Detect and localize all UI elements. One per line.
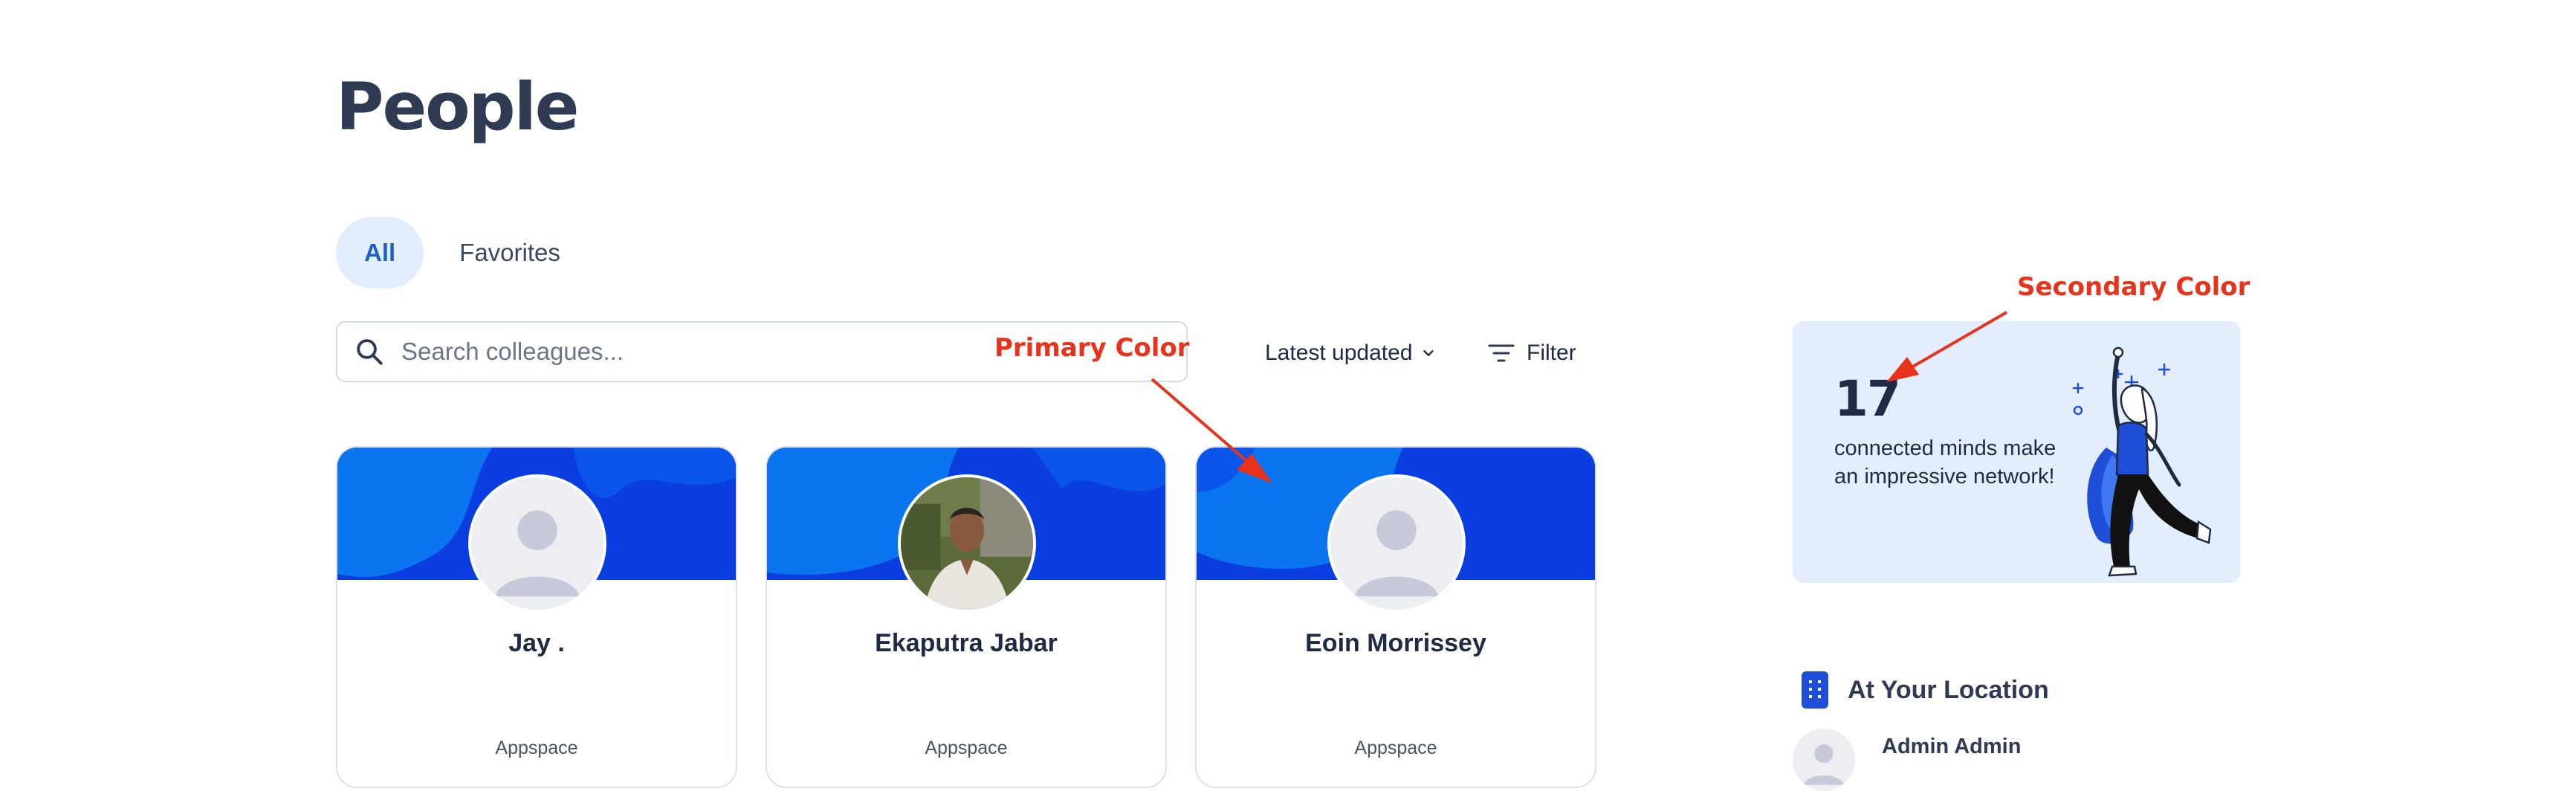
location-title: At Your Location: [1848, 675, 2049, 704]
tab-bar: All Favorites: [336, 217, 589, 288]
search-icon: [357, 339, 383, 365]
avatar: [1793, 729, 1855, 791]
person-name: Eoin Morrissey: [1305, 629, 1486, 657]
annotation-secondary-color: Secondary Color: [2017, 272, 2250, 302]
building-icon: [1802, 671, 1828, 709]
stat-number: 17: [1834, 370, 1901, 428]
location-section-header: At Your Location: [1802, 671, 2049, 709]
avatar: [468, 474, 606, 613]
person-org: Appspace: [1354, 738, 1437, 758]
filter-icon: [1488, 344, 1515, 362]
user-placeholder-icon: [471, 477, 603, 610]
filter-button[interactable]: Filter: [1488, 336, 1576, 370]
user-placeholder-icon: [1330, 477, 1463, 610]
user-placeholder-icon: [1793, 729, 1855, 791]
avatar-photo: [898, 474, 1036, 613]
location-person-name: Admin Admin: [1882, 735, 2022, 758]
filter-label: Filter: [1527, 341, 1576, 365]
person-card[interactable]: Eoin Morrissey Appspace: [1195, 446, 1596, 788]
stat-text: connected minds make an impressive netwo…: [1834, 436, 2056, 488]
person-card[interactable]: Jay . Appspace: [336, 446, 737, 788]
tab-favorites[interactable]: Favorites: [431, 217, 589, 288]
person-org: Appspace: [495, 738, 578, 758]
celebrating-person-illustration: [2072, 346, 2212, 577]
people-page: People All Favorites Latest updated Filt…: [0, 0, 2576, 800]
avatar: [1327, 474, 1466, 613]
page-title: People: [336, 68, 579, 145]
network-stat-card: 17 connected minds make an impressive ne…: [1793, 321, 2240, 583]
person-org: Appspace: [925, 738, 1008, 758]
annotation-primary-color: Primary Color: [994, 333, 1190, 363]
tab-all[interactable]: All: [336, 217, 424, 288]
sort-dropdown[interactable]: Latest updated: [1265, 336, 1437, 370]
sort-label: Latest updated: [1265, 341, 1413, 365]
person-name: Ekaputra Jabar: [875, 629, 1058, 657]
person-name: Jay .: [508, 629, 565, 657]
person-photo: [901, 477, 1033, 610]
search-input[interactable]: [401, 338, 966, 366]
person-card[interactable]: Ekaputra Jabar Appspace: [766, 446, 1167, 788]
location-person[interactable]: Admin Admin: [1793, 729, 2021, 791]
chevron-down-icon: [1423, 350, 1434, 356]
